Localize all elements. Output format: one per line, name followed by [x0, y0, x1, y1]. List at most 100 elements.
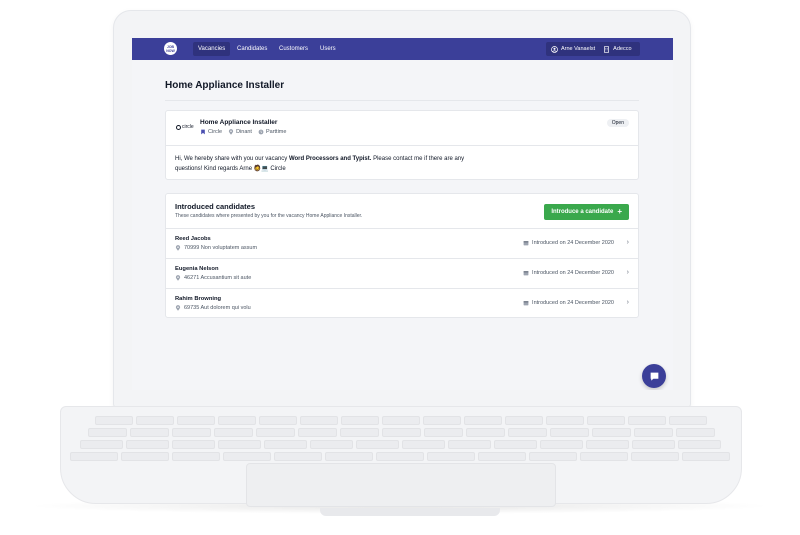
nav-customers[interactable]: Customers [274, 42, 313, 56]
keyboard-key [669, 416, 707, 425]
keyboard-key [682, 452, 730, 461]
keyboard-key [424, 428, 463, 437]
bookmark-icon [201, 129, 205, 135]
keyboard-key [540, 440, 583, 449]
chat-bubble-icon [650, 372, 658, 381]
candidate-name: Eugenia Nelson [175, 266, 219, 272]
keyboard-key [274, 452, 322, 461]
card-divider [166, 145, 638, 146]
company-name: Adecco [613, 46, 632, 52]
map-pin-icon [175, 305, 181, 311]
keyboard-key [382, 428, 421, 437]
keyboard-key [550, 428, 589, 437]
keyboard-key [298, 428, 337, 437]
map-pin-icon [175, 275, 181, 281]
circle-logo-icon [176, 124, 181, 130]
keyboard-key [587, 416, 625, 425]
keyboard-key [80, 440, 123, 449]
company-logo: circle [176, 124, 194, 130]
nav-candidates[interactable]: Candidates [232, 42, 272, 56]
keyboard-row [95, 416, 707, 425]
keyboard-key [478, 452, 526, 461]
app-logo[interactable]: JOB NOW [164, 42, 177, 55]
page-title: Home Appliance Installer [165, 80, 285, 91]
candidate-row[interactable]: Rahim Browning 69735 Aut dolorem qui vol… [166, 288, 638, 318]
keyboard-key [172, 440, 215, 449]
calendar-icon [523, 241, 529, 246]
keyboard-row [70, 452, 730, 461]
keyboard-key [628, 416, 666, 425]
nav-users[interactable]: Users [315, 42, 341, 56]
keyboard-key [121, 452, 169, 461]
keyboard-key [580, 452, 628, 461]
keyboard-key [172, 452, 220, 461]
map-pin-icon [228, 129, 234, 135]
keyboard-key [264, 440, 307, 449]
candidate-address: 70999 Non voluptatem assum [175, 245, 257, 251]
keyboard-key [130, 428, 169, 437]
keyboard-key [70, 452, 118, 461]
candidate-address: 46271 Accusantium sit aute [175, 275, 251, 281]
keyboard-key [402, 440, 445, 449]
chevron-right-icon: › [626, 299, 629, 306]
keyboard-key [586, 440, 629, 449]
keyboard-key [325, 452, 373, 461]
keyboard-key [546, 416, 584, 425]
keyboard-key [676, 428, 715, 437]
keyboard-key [218, 440, 261, 449]
keyboard-key [423, 416, 461, 425]
keyboard-key [678, 440, 721, 449]
candidate-address: 69735 Aut dolorem qui volu [175, 305, 251, 311]
calendar-icon [523, 271, 529, 276]
keyboard-key [259, 416, 297, 425]
nav-vacancies[interactable]: Vacancies [193, 42, 231, 56]
keyboard-key [88, 428, 127, 437]
keyboard-key [508, 428, 547, 437]
vacancy-card: circle Home Appliance Installer Circle D… [165, 110, 639, 180]
keyboard-key [341, 416, 379, 425]
title-divider [165, 100, 639, 101]
keyboard-key [177, 416, 215, 425]
laptop-lip [320, 508, 500, 516]
keyboard-row [88, 428, 715, 437]
keyboard-key [218, 416, 256, 425]
status-badge: Open [606, 119, 629, 127]
vacancy-title: Home Appliance Installer [200, 119, 278, 126]
keyboard-key [505, 416, 543, 425]
keyboard-key [494, 440, 537, 449]
keyboard-key [631, 452, 679, 461]
plus-icon: + [617, 207, 622, 216]
app-screen: JOB NOW Vacancies Candidates Customers Us… [132, 38, 673, 390]
keyboard-key [427, 452, 475, 461]
chevron-right-icon: › [626, 239, 629, 246]
keyboard-key [256, 428, 295, 437]
keyboard-key [356, 440, 399, 449]
candidate-name: Reed Jacobs [175, 236, 211, 242]
user-menu[interactable]: Arne Vanaelst Adecco [546, 42, 640, 56]
keyboard-key [95, 416, 133, 425]
candidate-intro-date: Introduced on 24 December 2020 [523, 240, 614, 246]
keyboard-key [464, 416, 502, 425]
keyboard-key [448, 440, 491, 449]
introduce-candidate-button[interactable]: Introduce a candidate + [544, 204, 629, 220]
section-subtitle: These candidates where presented by you … [175, 213, 363, 219]
keyboard-key [529, 452, 577, 461]
laptop-trackpad [246, 463, 556, 507]
vacancy-meta: Circle Dinant Parttime [200, 129, 286, 135]
keyboard-key [223, 452, 271, 461]
top-navbar: JOB NOW Vacancies Candidates Customers Us… [132, 38, 673, 60]
chat-button[interactable] [642, 364, 666, 388]
keyboard-key [136, 416, 174, 425]
keyboard-key [310, 440, 353, 449]
introduced-candidates-card: Introduced candidates These candidates w… [165, 193, 639, 318]
keyboard-key [382, 416, 420, 425]
clock-icon [258, 129, 264, 135]
candidate-row[interactable]: Reed Jacobs 70999 Non voluptatem assum I… [166, 228, 638, 258]
keyboard-row [80, 440, 721, 449]
candidate-intro-date: Introduced on 24 December 2020 [523, 270, 614, 276]
chevron-right-icon: › [626, 269, 629, 276]
keyboard-key [466, 428, 505, 437]
candidate-row[interactable]: Eugenia Nelson 46271 Accusantium sit aut… [166, 258, 638, 288]
section-title: Introduced candidates [175, 202, 256, 211]
calendar-icon [523, 301, 529, 306]
